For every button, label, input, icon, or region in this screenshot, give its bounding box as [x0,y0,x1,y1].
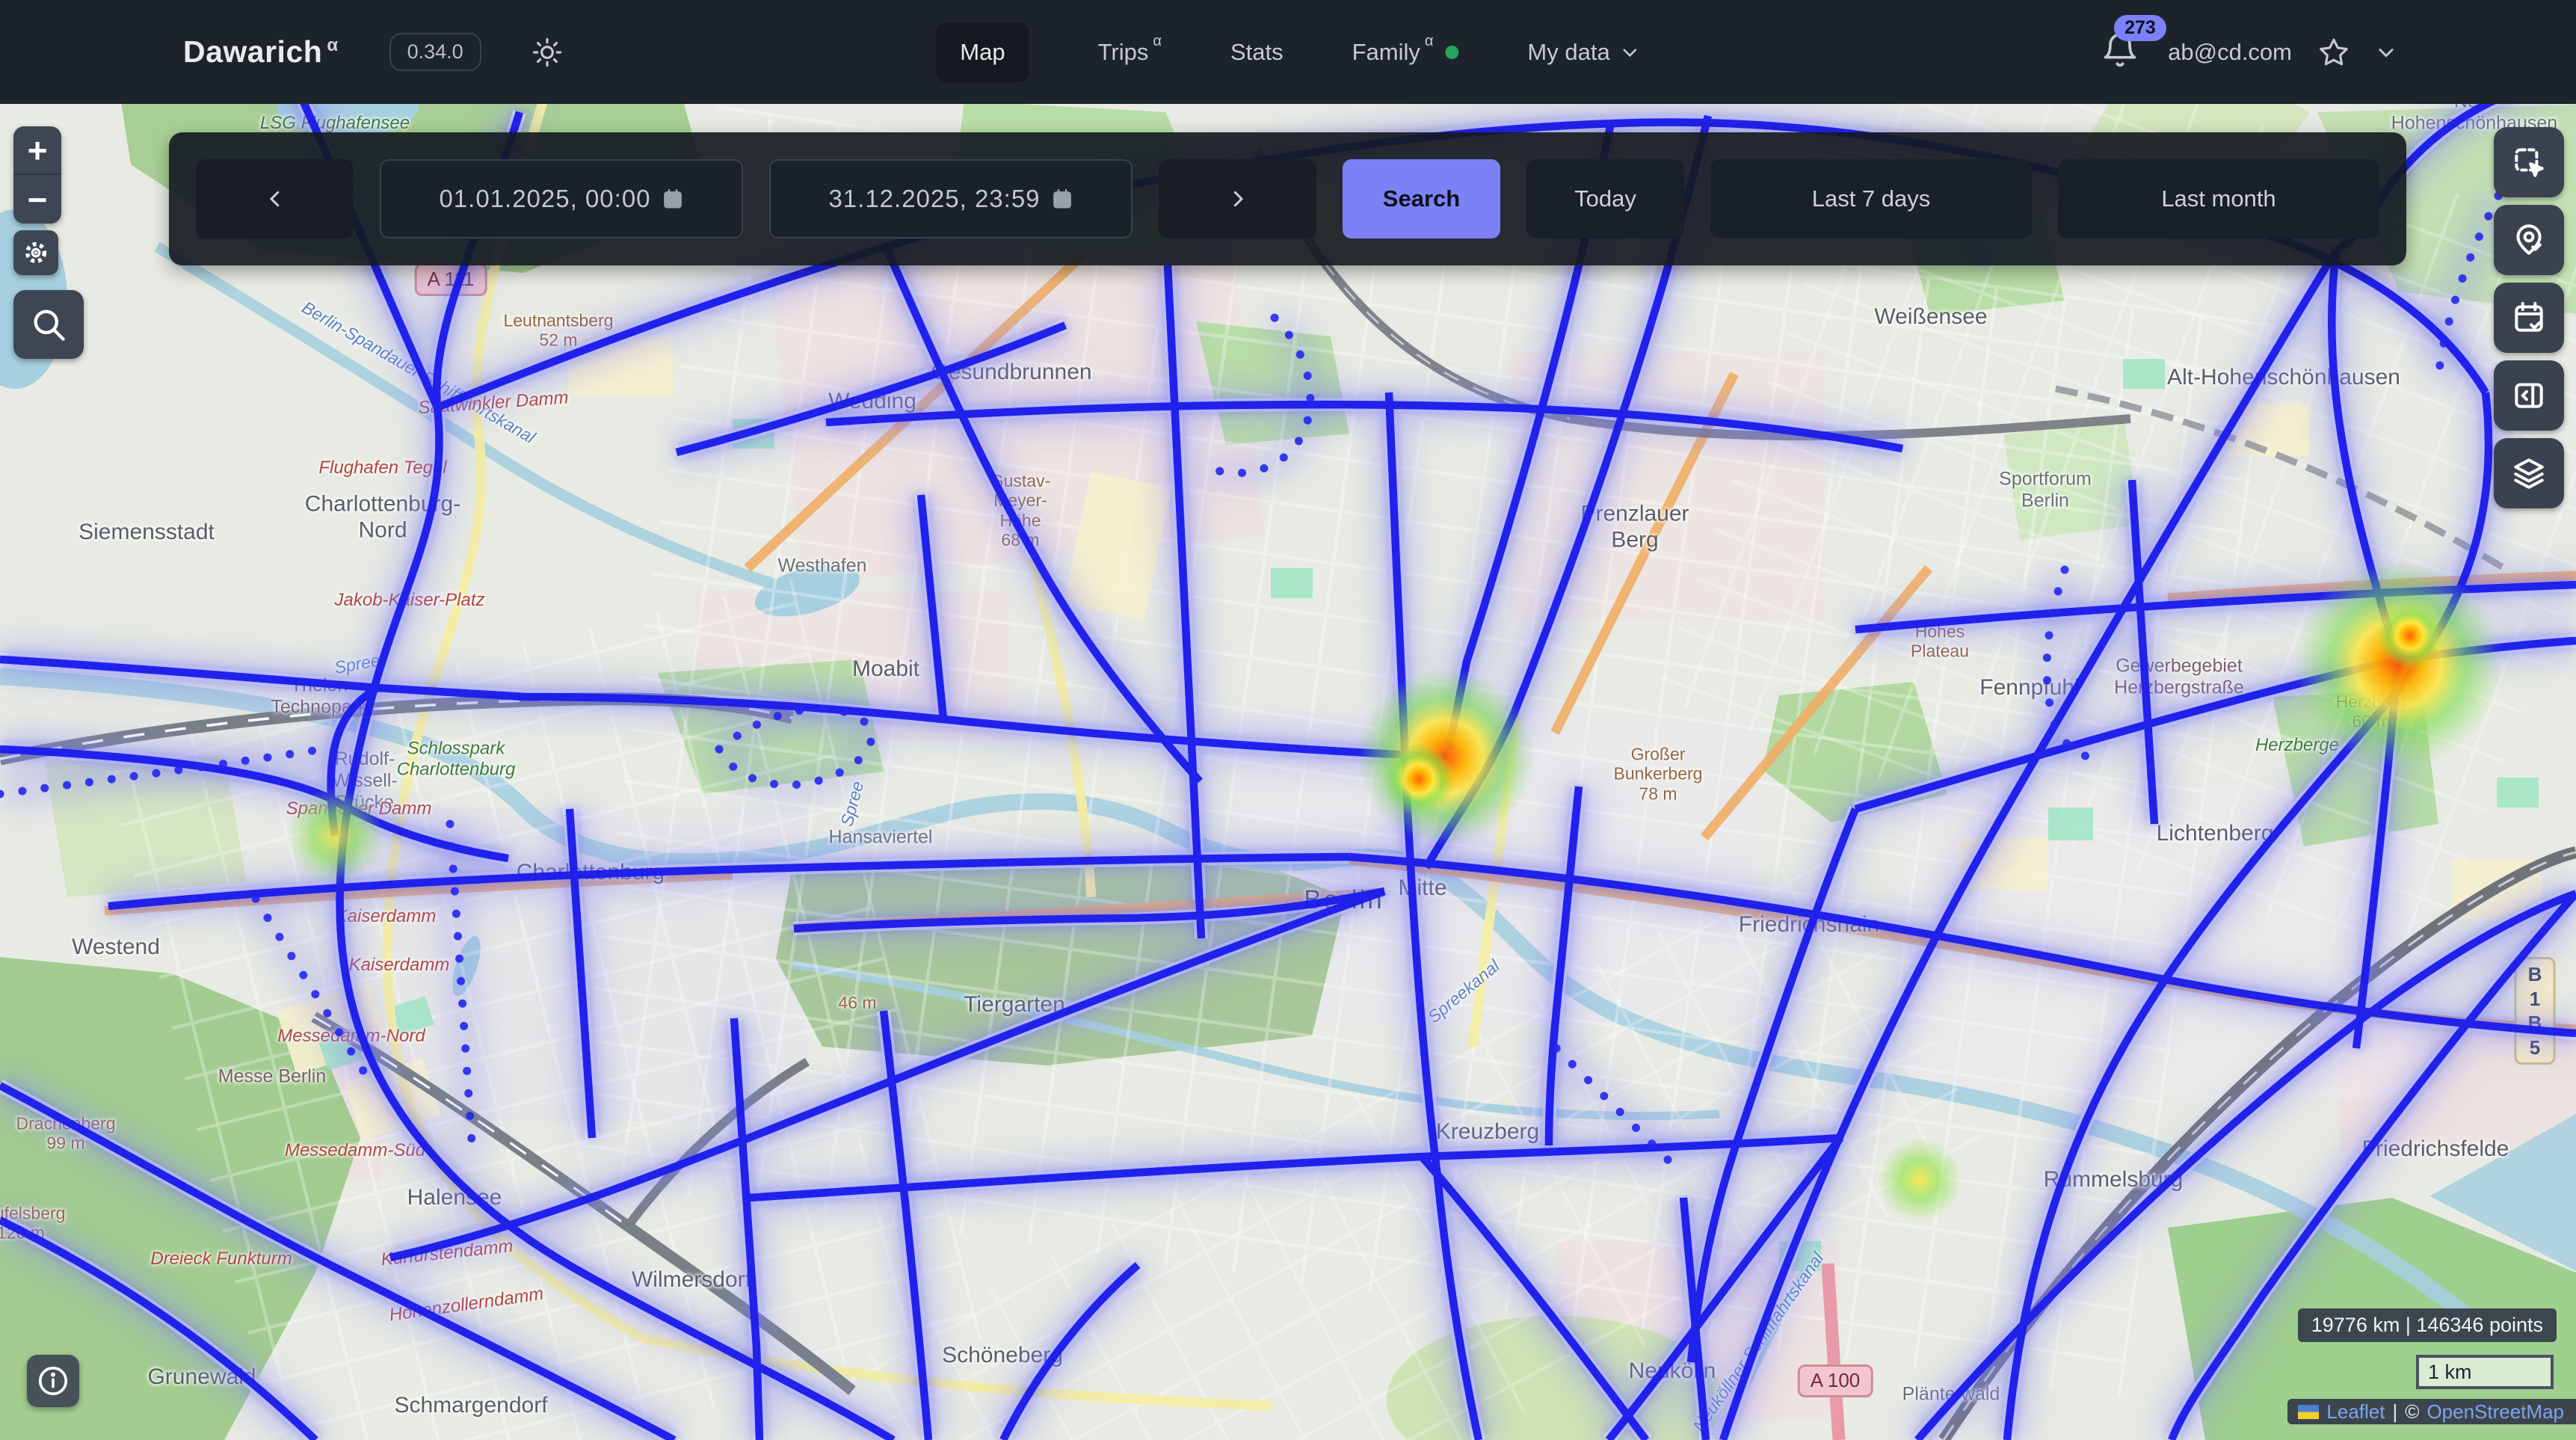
notifications-button[interactable]: 273 [2101,31,2142,73]
zoom-out-button[interactable]: − [13,175,61,224]
chevron-right-icon [1227,188,1249,210]
zoom-in-button[interactable]: + [13,126,61,175]
distance-points-badge: 19776 km | 146346 points [2298,1308,2557,1342]
area-select-button[interactable] [2494,127,2564,197]
end-datetime-input[interactable]: 31.12.2025, 23:59 [769,159,1133,239]
calendar-panel-button[interactable] [2494,283,2564,353]
leaflet-link[interactable]: Leaflet [2326,1400,2385,1424]
attribution-copyright: © [2405,1400,2419,1424]
search-button[interactable]: Search [1343,159,1500,239]
area-select-icon [2510,144,2548,181]
openstreetmap-link[interactable]: OpenStreetMap [2426,1400,2564,1424]
last-7-days-button[interactable]: Last 7 days [1710,159,2032,239]
settings-gear-icon [22,239,50,267]
tab-family[interactable]: Familyα [1352,39,1459,66]
search-icon [29,305,68,344]
calendar-icon [662,187,684,211]
top-navbar: Dawarichα 0.34.0 Map Tripsα Stats Family… [0,0,2576,104]
alpha-superscript: α [327,35,338,55]
layers-button[interactable] [2494,438,2564,508]
tab-map[interactable]: Map [936,22,1029,82]
map-attribution: Leaflet | © OpenStreetMap [2287,1399,2576,1424]
notifications-count-badge: 273 [2114,15,2166,41]
calendar-icon [1051,187,1073,211]
zoom-control: + − [13,126,61,224]
star-icon[interactable] [2317,36,2350,69]
attribution-separator: | [2393,1400,2398,1424]
map-settings-button[interactable] [13,230,58,275]
info-icon [36,1364,70,1398]
last-month-button[interactable]: Last month [2058,159,2379,239]
map-scale-control: 1 km [2416,1355,2554,1389]
visits-button[interactable] [2494,205,2564,275]
previous-range-button[interactable] [196,159,354,239]
calendar-check-icon [2510,299,2548,336]
date-range-toolbar: 01.01.2025, 00:00 31.12.2025, 23:59 Sear… [169,132,2406,265]
user-email[interactable]: ab@cd.com [2168,39,2292,66]
main-nav-tabs: Map Tripsα Stats Familyα My data [936,22,1639,82]
sun-icon [531,37,563,68]
online-status-dot [1445,46,1458,59]
next-range-button[interactable] [1159,159,1316,239]
version-badge[interactable]: 0.34.0 [389,33,481,71]
right-panel-toggle-button[interactable] [2494,360,2564,431]
map-info-button[interactable] [27,1355,79,1407]
today-button[interactable]: Today [1526,159,1684,239]
theme-toggle-button[interactable] [529,34,565,70]
map-search-button[interactable] [13,290,84,359]
panel-toggle-icon [2510,377,2548,414]
user-menu-chevron-icon[interactable] [2376,42,2397,63]
tab-my-data[interactable]: My data [1527,39,1639,66]
dawarich-app: BerlinMitteSiemensstadtCharlottenburg- N… [0,0,2576,1440]
app-logo[interactable]: Dawarichα [183,34,339,70]
tab-stats[interactable]: Stats [1230,39,1284,66]
chevron-down-icon [1621,43,1640,62]
layers-icon [2510,455,2548,492]
tab-trips[interactable]: Tripsα [1098,39,1162,66]
ukraine-flag-icon [2298,1405,2319,1419]
visits-pin-icon [2510,221,2548,259]
start-datetime-input[interactable]: 01.01.2025, 00:00 [380,159,743,239]
chevron-left-icon [264,188,286,210]
